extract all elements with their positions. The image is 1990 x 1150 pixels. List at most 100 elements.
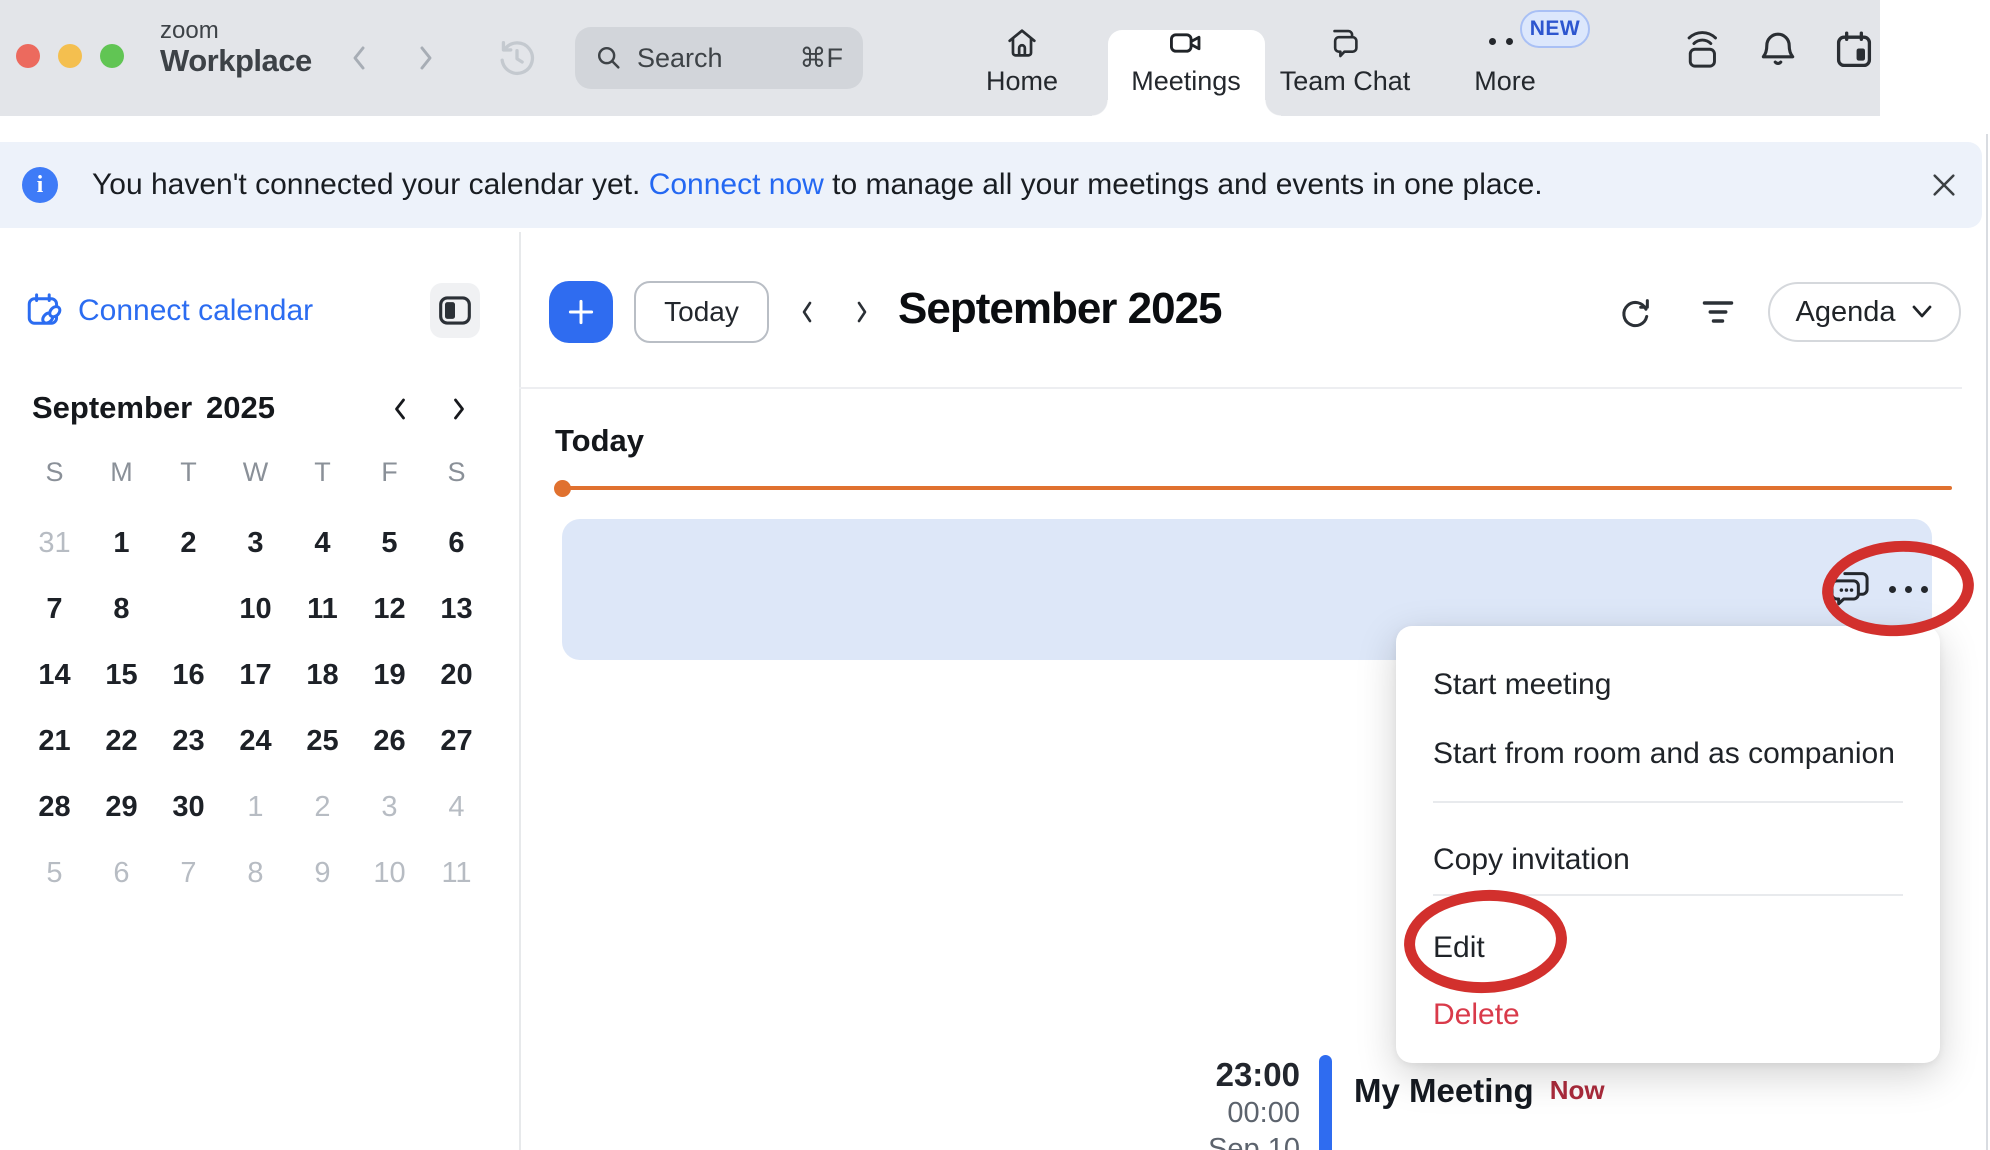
- menu-item-start-meeting[interactable]: Start meeting: [1433, 665, 1903, 705]
- refresh-icon[interactable]: [1616, 294, 1654, 337]
- logo-zoom-text: zoom: [160, 18, 312, 44]
- meeting-title: My MeetingNow: [1354, 1072, 1605, 1110]
- mini-calendar-grid: 3112345678910111213141516171819202122232…: [21, 510, 490, 906]
- mini-calendar-day-22[interactable]: 22: [88, 708, 155, 774]
- weekday-label: S: [21, 452, 88, 492]
- banner-text-before: You haven't connected your calendar yet.: [92, 168, 640, 202]
- mini-calendar-day-27[interactable]: 27: [423, 708, 490, 774]
- current-time-dot: [554, 480, 571, 497]
- mini-calendar-day-5[interactable]: 5: [356, 510, 423, 576]
- meeting-more-options-icon[interactable]: [1921, 586, 1928, 593]
- page-title: September 2025: [898, 284, 1222, 334]
- mini-calendar-day-14[interactable]: 14: [21, 642, 88, 708]
- menu-item-edit[interactable]: Edit: [1433, 928, 1903, 968]
- next-period-icon[interactable]: [851, 296, 873, 333]
- mini-calendar-day-25[interactable]: 25: [289, 708, 356, 774]
- team-chat-icon: [1325, 24, 1365, 69]
- mini-calendar-day-11[interactable]: 11: [423, 840, 490, 906]
- connect-to-device-icon[interactable]: [1680, 28, 1724, 77]
- search-input[interactable]: Search ⌘F: [575, 27, 863, 89]
- meeting-end-time: 00:00: [1162, 1095, 1300, 1131]
- mini-calendar-day-13[interactable]: 13: [423, 576, 490, 642]
- mini-calendar-day-31[interactable]: 31: [21, 510, 88, 576]
- current-time-line: [556, 486, 1952, 490]
- sidebar-divider: [519, 232, 521, 1150]
- mini-calendar-day-11[interactable]: 11: [289, 576, 356, 642]
- mini-calendar-day-10[interactable]: 10: [222, 576, 289, 642]
- mini-calendar-day-7[interactable]: 7: [155, 840, 222, 906]
- notifications-bell-icon[interactable]: [1756, 28, 1800, 77]
- mini-calendar-day-12[interactable]: 12: [356, 576, 423, 642]
- close-window-button[interactable]: [16, 44, 40, 68]
- filter-icon[interactable]: [1700, 296, 1736, 333]
- zoom-window-button[interactable]: [100, 44, 124, 68]
- meeting-more-options-icon[interactable]: [1905, 586, 1912, 593]
- mini-calendar-day-3[interactable]: 3: [222, 510, 289, 576]
- add-meeting-button[interactable]: [549, 281, 613, 343]
- mini-calendar-weekdays: SMTWTFS: [21, 452, 490, 492]
- mini-calendar-day-24[interactable]: 24: [222, 708, 289, 774]
- history-icon[interactable]: [495, 36, 539, 85]
- forward-arrow-icon[interactable]: [415, 40, 437, 81]
- banner-text-after: to manage all your meetings and events i…: [832, 168, 1542, 202]
- mini-calendar-day-19[interactable]: 19: [356, 642, 423, 708]
- connect-calendar-link[interactable]: Connect calendar: [24, 290, 313, 332]
- mini-calendar-day-21[interactable]: 21: [21, 708, 88, 774]
- mini-calendar-day-3[interactable]: 3: [356, 774, 423, 840]
- mini-calendar-prev-icon[interactable]: [388, 392, 412, 431]
- mini-calendar-day-9[interactable]: 9: [289, 840, 356, 906]
- mini-calendar-day-26[interactable]: 26: [356, 708, 423, 774]
- mini-calendar-day-2[interactable]: 2: [289, 774, 356, 840]
- mini-calendar-day-4[interactable]: 4: [289, 510, 356, 576]
- mini-calendar-day-7[interactable]: 7: [21, 576, 88, 642]
- mini-calendar-day-29[interactable]: 29: [88, 774, 155, 840]
- mini-calendar-day-5[interactable]: 5: [21, 840, 88, 906]
- menu-item-delete[interactable]: Delete: [1433, 995, 1903, 1035]
- mini-calendar-day-15[interactable]: 15: [88, 642, 155, 708]
- mini-calendar-day-8[interactable]: 8: [222, 840, 289, 906]
- tab-team-chat[interactable]: Team Chat: [1275, 0, 1415, 116]
- back-arrow-icon[interactable]: [348, 40, 370, 81]
- collapse-sidebar-button[interactable]: [430, 283, 480, 338]
- mini-calendar-day-18[interactable]: 18: [289, 642, 356, 708]
- connect-now-link[interactable]: Connect now: [649, 168, 824, 202]
- mini-calendar-month: September: [32, 390, 192, 426]
- mini-calendar-day-30[interactable]: 30: [155, 774, 222, 840]
- previous-period-icon[interactable]: [796, 296, 818, 333]
- mini-calendar-day-6[interactable]: 6: [88, 840, 155, 906]
- view-selector-dropdown[interactable]: Agenda: [1768, 282, 1961, 342]
- plus-icon: [564, 295, 598, 329]
- mini-calendar-day-10[interactable]: 10: [356, 840, 423, 906]
- mini-calendar-day-28[interactable]: 28: [21, 774, 88, 840]
- menu-item-copy-invitation[interactable]: Copy invitation: [1433, 840, 1903, 880]
- mini-calendar-day-1[interactable]: 1: [222, 774, 289, 840]
- mini-calendar-day-4[interactable]: 4: [423, 774, 490, 840]
- event-color-bar: [1319, 1055, 1332, 1150]
- mini-calendar-day-2[interactable]: 2: [155, 510, 222, 576]
- mini-calendar-day-16[interactable]: 16: [155, 642, 222, 708]
- meeting-more-options-icon[interactable]: [1889, 586, 1896, 593]
- mini-calendar-day-9[interactable]: 9: [155, 576, 222, 642]
- menu-item-start-from-room[interactable]: Start from room and as companion: [1433, 734, 1903, 774]
- mini-calendar-day-17[interactable]: 17: [222, 642, 289, 708]
- today-button[interactable]: Today: [634, 281, 769, 343]
- mini-calendar-next-icon[interactable]: [447, 392, 471, 431]
- zoom-workplace-logo: zoom Workplace: [160, 18, 312, 78]
- meeting-chat-icon[interactable]: [1828, 566, 1876, 617]
- tab-home[interactable]: Home: [952, 0, 1092, 116]
- view-selector-value: Agenda: [1796, 296, 1896, 329]
- meeting-title-text: My Meeting: [1354, 1072, 1534, 1109]
- minimize-window-button[interactable]: [58, 44, 82, 68]
- mini-calendar-day-1[interactable]: 1: [88, 510, 155, 576]
- mini-calendar-day-23[interactable]: 23: [155, 708, 222, 774]
- tab-meetings[interactable]: Meetings: [1116, 0, 1256, 116]
- new-badge: NEW: [1520, 10, 1590, 48]
- meeting-end-date: Sep 10: [1162, 1131, 1300, 1150]
- banner-close-icon[interactable]: [1928, 169, 1960, 206]
- mini-calendar-day-8[interactable]: 8: [88, 576, 155, 642]
- mini-calendar-day-20[interactable]: 20: [423, 642, 490, 708]
- mini-calendar-day-6[interactable]: 6: [423, 510, 490, 576]
- calendar-icon[interactable]: [1832, 28, 1876, 77]
- weekday-label: M: [88, 452, 155, 492]
- weekday-label: S: [423, 452, 490, 492]
